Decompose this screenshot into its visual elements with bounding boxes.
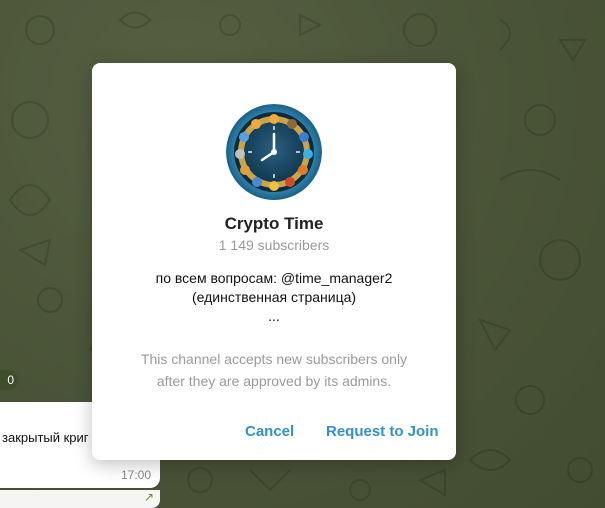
forward-arrow-icon[interactable]: ↗ bbox=[144, 490, 154, 504]
channel-title: Crypto Time bbox=[224, 214, 324, 233]
description-line: (единственная страница) bbox=[191, 289, 357, 305]
cancel-button[interactable]: Cancel bbox=[245, 423, 294, 440]
message-footer: ↗ bbox=[0, 490, 160, 508]
message-text: закрытый криг bbox=[2, 430, 89, 445]
crypto-clock-avatar bbox=[226, 104, 322, 200]
approval-notice: This channel accepts new subscribers onl… bbox=[112, 348, 436, 392]
notice-line: This channel accepts new subscribers onl… bbox=[140, 351, 408, 367]
notice-line: after they are approved by its admins. bbox=[156, 373, 392, 389]
description-line: ... bbox=[268, 308, 280, 324]
message-time: 17:00 bbox=[120, 468, 151, 482]
subscriber-count: 1 149 subscribers bbox=[218, 237, 330, 253]
request-to-join-button[interactable]: Request to Join bbox=[326, 423, 439, 440]
join-channel-dialog: Crypto Time 1 149 subscribers по всем во… bbox=[92, 63, 456, 460]
description-line: по всем вопросам: @time_manager2 bbox=[155, 270, 393, 286]
telegram-window: 0 закрытый криг 17:00 ↗ Crypto Time 1 14… bbox=[0, 0, 605, 508]
channel-description: по всем вопросам: @time_manager2 (единст… bbox=[112, 269, 436, 326]
